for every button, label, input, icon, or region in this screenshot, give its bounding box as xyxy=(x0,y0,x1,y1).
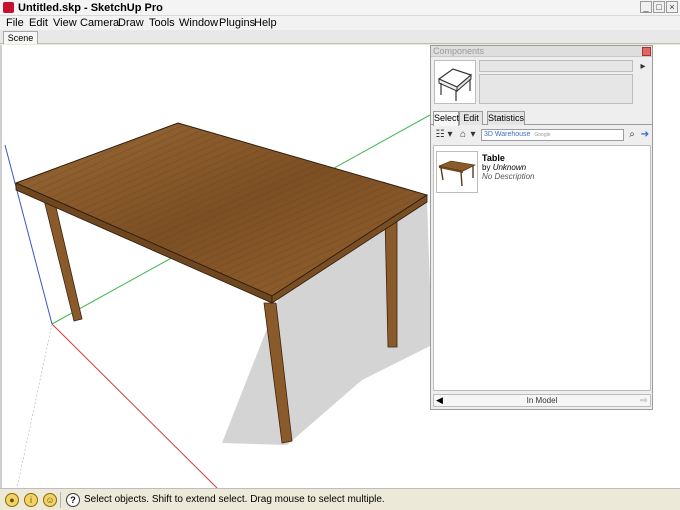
components-panel-title: Components xyxy=(433,46,485,56)
component-description-field[interactable] xyxy=(479,74,633,104)
tab-edit[interactable]: Edit xyxy=(459,111,483,125)
window-title: Untitled.skp - SketchUp Pro xyxy=(18,2,163,14)
components-panel: Components ▸ Select Edit Statistics ☷ ▾ … xyxy=(430,45,653,410)
menu-view[interactable]: View xyxy=(53,16,77,30)
help-icon[interactable]: ? xyxy=(66,493,80,507)
axis-dotted-guide xyxy=(16,323,53,489)
menu-file[interactable]: File xyxy=(6,16,24,30)
menu-tools[interactable]: Tools xyxy=(149,16,175,30)
components-panel-title-bar[interactable]: Components xyxy=(431,46,652,57)
geo-location-icon[interactable]: ● xyxy=(5,493,19,507)
minimize-button[interactable]: _ xyxy=(640,1,652,13)
component-name[interactable]: Table xyxy=(482,153,505,163)
component-preview xyxy=(434,60,476,104)
menu-edit[interactable]: Edit xyxy=(29,16,48,30)
components-tabs: Select Edit Statistics xyxy=(431,109,652,126)
menu-help[interactable]: Help xyxy=(254,16,277,30)
chevron-down-icon[interactable]: ▾ xyxy=(446,128,454,142)
view-options-icon[interactable]: ☷ xyxy=(434,128,446,142)
details-arrow-icon[interactable]: ▸ xyxy=(637,60,649,74)
component-description: No Description xyxy=(482,172,535,181)
scene-tab-bar: Scene 1 xyxy=(0,30,680,55)
table-leg xyxy=(43,199,83,322)
component-preview-icon xyxy=(437,68,473,101)
nav-location-label: In Model xyxy=(526,396,558,405)
user-icon[interactable]: ☺ xyxy=(43,493,57,507)
menu-camera[interactable]: Camera xyxy=(80,16,119,30)
back-arrow-icon[interactable]: ◀ xyxy=(436,395,443,406)
component-author: by Unknown xyxy=(482,163,526,172)
arrow-right-icon[interactable]: ➔ xyxy=(639,128,651,142)
menu-draw[interactable]: Draw xyxy=(118,16,144,30)
status-message: Select objects. Shift to extend select. … xyxy=(84,494,385,505)
search-icon[interactable]: ⌕ xyxy=(626,128,638,142)
menu-plugins[interactable]: Plugins xyxy=(219,16,255,30)
credits-icon[interactable]: i xyxy=(24,493,38,507)
red-axis xyxy=(51,323,218,489)
close-button[interactable]: × xyxy=(666,1,678,13)
tab-select[interactable]: Select xyxy=(433,111,459,126)
components-toolbar: ☷ ▾ ⌂ ▾ 3D Warehouse Google ⌕ ➔ xyxy=(431,127,652,143)
component-thumbnail[interactable] xyxy=(436,151,478,193)
author-name: Unknown xyxy=(492,163,527,172)
search-input[interactable]: 3D Warehouse Google xyxy=(481,129,624,141)
components-nav-bar: In Model ◀ ⇨ xyxy=(433,394,651,407)
title-bar: Untitled.skp - SketchUp Pro _ □ × xyxy=(0,0,680,16)
menu-bar: File Edit View Camera Draw Tools Window … xyxy=(0,16,680,30)
search-source-label: 3D Warehouse xyxy=(484,131,531,138)
status-divider xyxy=(60,492,61,508)
author-prefix: by xyxy=(482,163,491,172)
chevron-down-icon[interactable]: ▾ xyxy=(469,128,477,142)
tab-statistics[interactable]: Statistics xyxy=(487,111,525,125)
tab-scene-1[interactable]: Scene 1 xyxy=(3,31,38,55)
panel-close-icon[interactable] xyxy=(642,47,651,56)
search-source-sublabel: Google xyxy=(534,132,551,138)
component-name-field[interactable] xyxy=(479,60,633,72)
menu-window[interactable]: Window xyxy=(179,16,218,30)
components-results-list: Table by Unknown No Description xyxy=(433,145,651,391)
sketchup-logo-icon xyxy=(3,2,14,13)
table-thumbnail-icon xyxy=(437,160,476,187)
maximize-button[interactable]: □ xyxy=(653,1,665,13)
home-icon[interactable]: ⌂ xyxy=(457,128,469,142)
forward-arrow-icon[interactable]: ⇨ xyxy=(640,395,648,406)
status-bar: ● i ☺ ? Select objects. Shift to extend … xyxy=(0,488,680,510)
